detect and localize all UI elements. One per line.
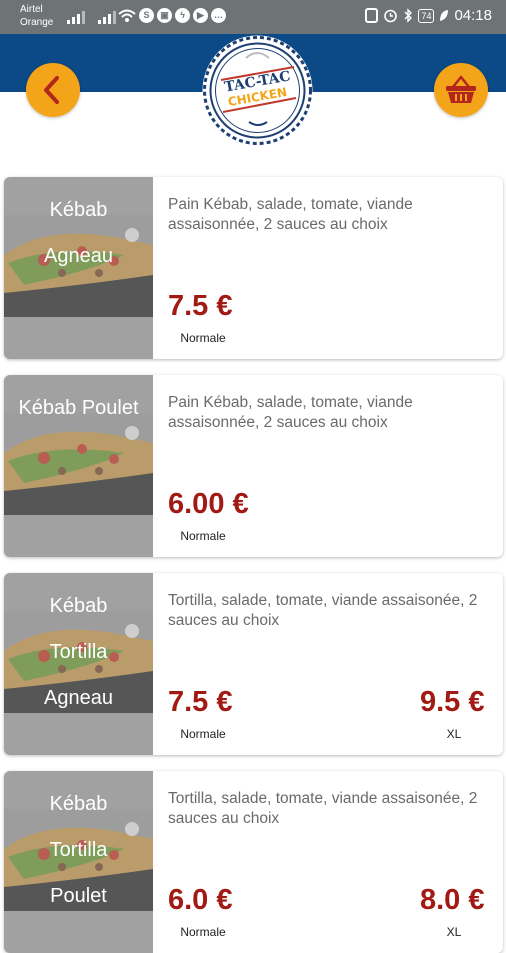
product-price[interactable]: 7.5 €	[168, 686, 233, 719]
bluetooth-icon	[404, 8, 413, 23]
gallery-icon: ▣	[157, 8, 172, 23]
restaurant-logo: TAC-TAC CHICKEN	[201, 34, 314, 147]
product-description: Pain Kébab, salade, tomate, viande assai…	[168, 196, 413, 233]
product-size-label: Normale	[180, 925, 226, 939]
signal-icon	[67, 11, 85, 24]
product-card[interactable]: Kébab Poulet Pain Kébab, salade, tomate, …	[4, 375, 503, 557]
product-name: Kébab Poulet	[4, 385, 153, 431]
alarm-icon	[384, 9, 398, 23]
product-card[interactable]: Kébab Agneau Pain Kébab, salade, tomate, v…	[4, 177, 503, 359]
product-size-label: XL	[446, 727, 462, 741]
cart-button[interactable]	[434, 63, 488, 117]
leaf-icon	[440, 10, 449, 21]
product-size-label: Normale	[180, 727, 226, 741]
back-button[interactable]	[26, 63, 80, 117]
product-description: Tortilla, salade, tomate, viande assaiso…	[168, 592, 478, 629]
signal-icon	[98, 11, 116, 24]
product-name: Kébab Tortilla Agneau	[4, 583, 153, 721]
product-size-label: Normale	[180, 529, 226, 543]
chat-icon: …	[211, 8, 226, 23]
product-description: Pain Kébab, salade, tomate, viande assai…	[168, 394, 413, 431]
product-price[interactable]: 9.5 €	[420, 686, 485, 719]
product-name-line: Poulet	[50, 885, 107, 907]
product-name: Kébab Tortilla Poulet	[4, 781, 153, 919]
product-card[interactable]: Kébab Tortilla Poulet Tortilla, salade, tom…	[4, 771, 503, 953]
status-bar: Airtel Orange S ▣ ϟ ▶ … 74 04:18	[0, 0, 506, 34]
nfc-icon	[365, 8, 379, 23]
product-size-label: Normale	[180, 331, 226, 345]
product-price[interactable]: 6.0 €	[168, 884, 233, 917]
chevron-left-icon	[44, 76, 59, 104]
messenger-icon: ϟ	[175, 8, 190, 23]
carrier-name-1: Airtel	[20, 4, 43, 15]
youtube-icon: ▶	[193, 8, 208, 23]
product-price[interactable]: 7.5 €	[168, 290, 233, 323]
product-name-line: Tortilla	[49, 839, 108, 861]
product-name-line: Kébab	[49, 199, 108, 221]
skype-icon: S	[139, 8, 154, 23]
product-name-line: Agneau	[44, 245, 113, 267]
product-price[interactable]: 8.0 €	[420, 884, 485, 917]
battery-indicator: 74	[418, 8, 435, 23]
product-size-label: XL	[446, 925, 462, 939]
product-price[interactable]: 6.00 €	[168, 488, 249, 521]
notification-icons: S ▣ ϟ ▶ …	[118, 8, 226, 23]
carrier-label: Airtel Orange	[20, 3, 53, 29]
clock: 04:18	[454, 7, 492, 24]
basket-icon	[446, 75, 476, 103]
product-name-line: Tortilla	[49, 641, 108, 663]
product-name-line: Kébab Poulet	[18, 397, 139, 419]
product-description: Tortilla, salade, tomate, viande assaiso…	[168, 790, 478, 827]
carrier-name-2: Orange	[20, 17, 54, 28]
product-name-line: Kébab	[49, 793, 108, 815]
product-card[interactable]: Kébab Tortilla Agneau Tortilla, salade, tom…	[4, 573, 503, 755]
product-name: Kébab Agneau	[4, 187, 153, 279]
product-name-line: Agneau	[44, 687, 113, 709]
wifi-icon	[118, 9, 136, 22]
product-name-line: Kébab	[49, 595, 108, 617]
